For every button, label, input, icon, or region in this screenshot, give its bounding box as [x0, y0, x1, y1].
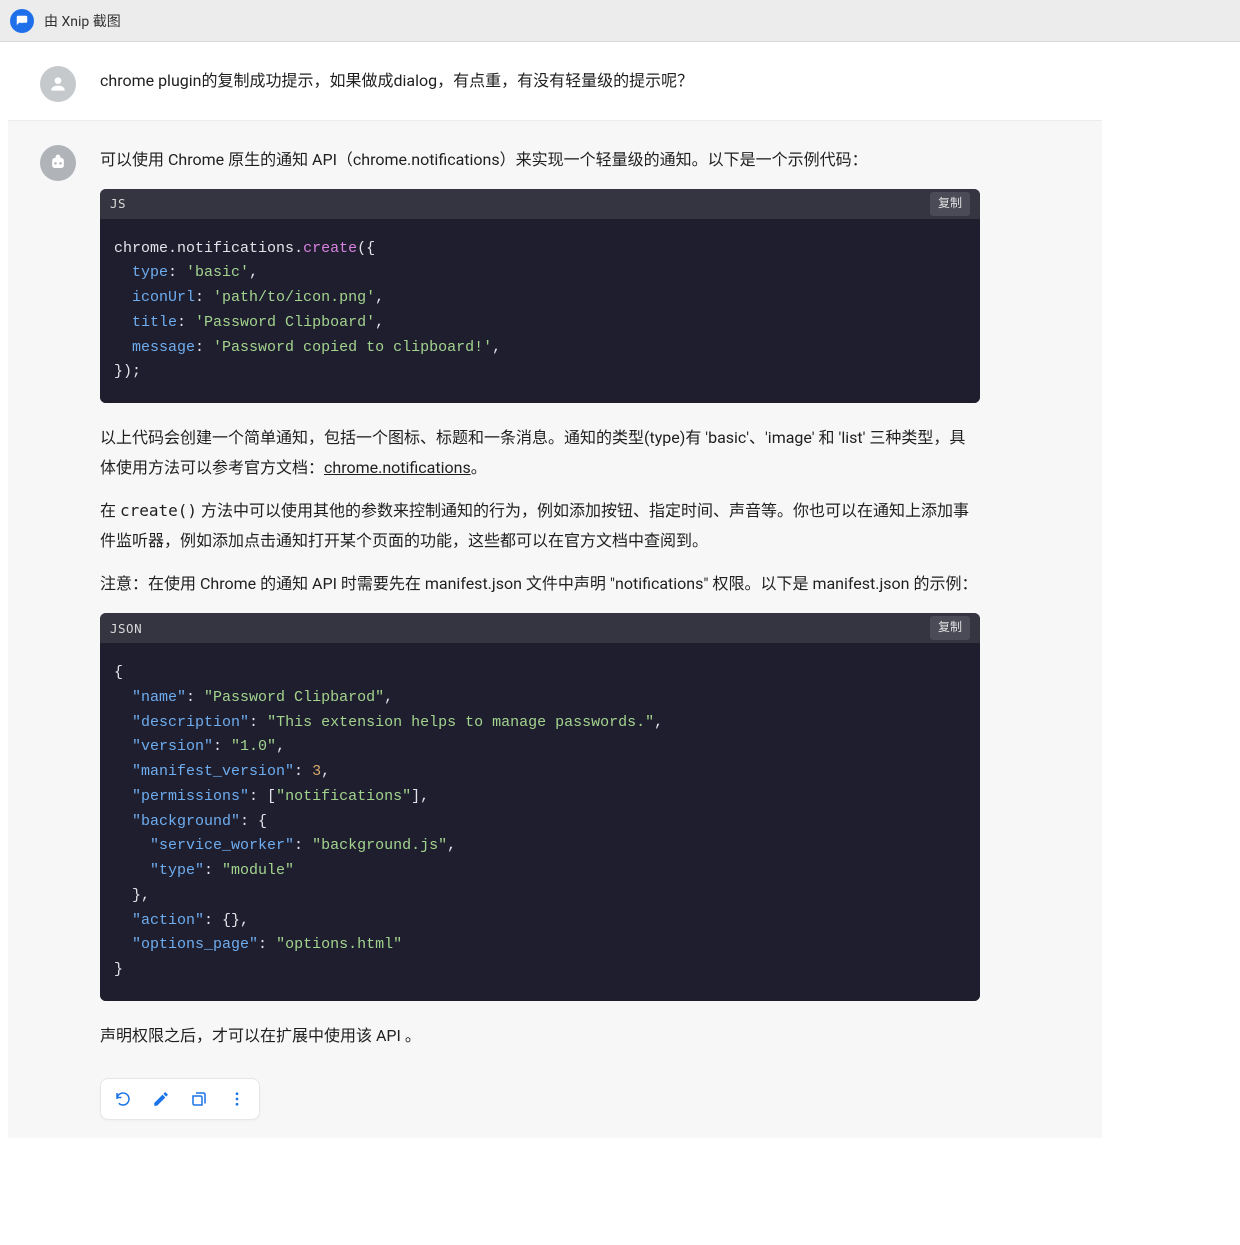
message-action-bar: [100, 1078, 260, 1120]
code-token: "1.0": [231, 738, 276, 755]
code-token: 3: [312, 763, 321, 780]
code-token: 'Password copied to clipboard!': [213, 339, 492, 356]
code-token: "notifications": [276, 788, 411, 805]
code-token: "options_page": [132, 936, 258, 953]
regenerate-button[interactable]: [105, 1083, 141, 1115]
code-lang-label: JS: [110, 192, 126, 215]
bot-avatar: [40, 145, 76, 181]
code-token: "description": [132, 714, 249, 731]
text-span: 。: [471, 458, 487, 477]
code-token: chrome: [114, 240, 168, 257]
copy-icon: [190, 1090, 208, 1108]
assistant-intro: 可以使用 Chrome 原生的通知 API（chrome.notificatio…: [100, 145, 980, 175]
code-body[interactable]: chrome.notifications.create({ type: 'bas…: [100, 219, 980, 404]
code-token: "background": [132, 813, 240, 830]
code-token: "service_worker": [150, 837, 294, 854]
code-token: "action": [132, 912, 204, 929]
code-token: 'basic': [186, 264, 249, 281]
code-token: "permissions": [132, 788, 249, 805]
more-vertical-icon: [228, 1090, 246, 1108]
code-body[interactable]: { "name": "Password Clipbarod", "descrip…: [100, 643, 980, 1001]
titlebar: 由 Xnip 截图: [0, 0, 1240, 42]
code-token: {: [114, 664, 123, 681]
text-span: 在: [100, 501, 120, 520]
code-token: "options.html": [276, 936, 402, 953]
code-token: create: [303, 240, 357, 257]
code-token: "module": [222, 862, 294, 879]
assistant-p3: 在 create() 方法中可以使用其他的参数来控制通知的行为，例如添加按钮、指…: [100, 496, 980, 555]
assistant-message: 可以使用 Chrome 原生的通知 API（chrome.notificatio…: [8, 120, 1102, 1138]
code-token: "background.js": [312, 837, 447, 854]
code-lang-label: JSON: [110, 617, 142, 640]
code-token: .: [294, 240, 303, 257]
more-button[interactable]: [219, 1083, 255, 1115]
code-token: message: [132, 339, 195, 356]
code-token: "Password Clipbarod": [204, 689, 384, 706]
code-header: JSON 复制: [100, 613, 980, 643]
docs-link[interactable]: chrome.notifications: [324, 458, 471, 477]
inline-code: create(): [120, 501, 197, 520]
code-token: notifications: [177, 240, 294, 257]
titlebar-text: 由 Xnip 截图: [44, 11, 121, 31]
code-block-json: JSON 复制 { "name": "Password Clipbarod", …: [100, 613, 980, 1001]
code-token: });: [114, 363, 141, 380]
code-token: iconUrl: [132, 289, 195, 306]
copy-code-button[interactable]: 复制: [930, 616, 970, 640]
code-token: "type": [150, 862, 204, 879]
app-icon: [10, 9, 34, 33]
text-span: 以上代码会创建一个简单通知，包括一个图标、标题和一条消息。通知的类型(type)…: [100, 428, 965, 477]
refresh-icon: [114, 1090, 132, 1108]
code-token: title: [132, 314, 177, 331]
copy-button[interactable]: [181, 1083, 217, 1115]
code-token: 'path/to/icon.png': [213, 289, 375, 306]
user-avatar: [40, 66, 76, 102]
user-text: chrome plugin的复制成功提示，如果做成dialog，有点重，有没有轻…: [100, 66, 980, 96]
code-token: "version": [132, 738, 213, 755]
code-token: ({: [357, 240, 375, 257]
pencil-icon: [152, 1090, 170, 1108]
code-token: "name": [132, 689, 186, 706]
assistant-p2: 以上代码会创建一个简单通知，包括一个图标、标题和一条消息。通知的类型(type)…: [100, 423, 980, 482]
edit-button[interactable]: [143, 1083, 179, 1115]
assistant-p5: 声明权限之后，才可以在扩展中使用该 API 。: [100, 1021, 980, 1051]
chat-page: chrome plugin的复制成功提示，如果做成dialog，有点重，有没有轻…: [8, 42, 1102, 1138]
code-token: type: [132, 264, 168, 281]
code-token: .: [168, 240, 177, 257]
code-token: 'Password Clipboard': [195, 314, 375, 331]
text-span: 方法中可以使用其他的参数来控制通知的行为，例如添加按钮、指定时间、声音等。你也可…: [100, 501, 969, 550]
code-token: "This extension helps to manage password…: [267, 714, 654, 731]
code-token: "manifest_version": [132, 763, 294, 780]
copy-code-button[interactable]: 复制: [930, 192, 970, 216]
user-message: chrome plugin的复制成功提示，如果做成dialog，有点重，有没有轻…: [8, 42, 1102, 120]
code-token: }: [114, 961, 123, 978]
code-block-js: JS 复制 chrome.notifications.create({ type…: [100, 189, 980, 404]
code-header: JS 复制: [100, 189, 980, 219]
assistant-p4: 注意：在使用 Chrome 的通知 API 时需要先在 manifest.jso…: [100, 569, 980, 599]
